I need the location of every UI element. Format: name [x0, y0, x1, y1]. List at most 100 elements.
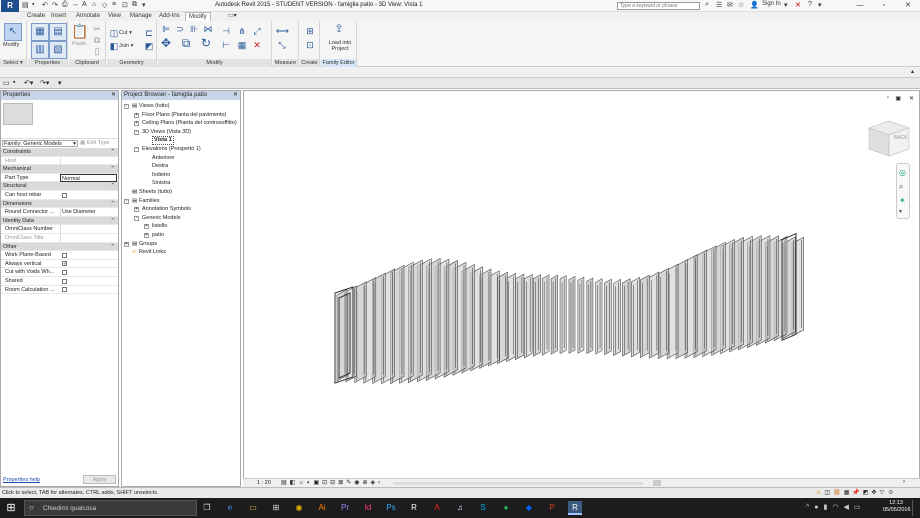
tb-save-icon[interactable]: ▪ — [13, 79, 15, 86]
network-icon[interactable]: ◠ — [832, 504, 843, 511]
taskbar-photoshop-icon[interactable]: Ps — [384, 501, 398, 515]
collapse-section-icon[interactable]: ⌃ — [110, 243, 115, 252]
collapse-section-icon[interactable]: ⌃ — [110, 148, 115, 157]
taskbar-revit-active-icon[interactable]: R — [568, 501, 582, 515]
scale-icon[interactable]: ⤢ — [251, 25, 263, 37]
taskbar-spotify-icon[interactable]: ● — [499, 501, 513, 515]
tb-more-icon[interactable]: ▾ — [58, 79, 62, 87]
tree-expander-icon[interactable]: + — [144, 233, 149, 238]
tree-expander-icon[interactable]: + — [124, 241, 129, 247]
close-hidden-icon[interactable]: ⊡ — [122, 1, 128, 9]
minimize-button[interactable]: — — [848, 0, 872, 12]
taskbar-store-icon[interactable]: ⊞ — [269, 501, 283, 515]
trim-icon[interactable]: ⊣ — [220, 25, 232, 37]
collapse-section-icon[interactable]: ⌃ — [110, 182, 115, 191]
tree-expander-icon[interactable]: - — [134, 147, 139, 152]
subscription-icon[interactable]: ☰ — [716, 1, 722, 9]
help-dropdown-icon[interactable]: ▾ — [818, 1, 822, 9]
taskbar-chrome-icon[interactable]: ◉ — [292, 501, 306, 515]
property-checkbox[interactable] — [62, 287, 67, 293]
measure-qat-icon[interactable]: ↔ — [72, 1, 79, 8]
3d-viewport[interactable]: ▫ ▣ ✕ BACK ◎ ⌕ ✦ ▾ — [243, 90, 920, 487]
paste-icon[interactable]: 📋 — [71, 24, 88, 38]
select-links-icon[interactable]: ⛓ — [833, 490, 844, 496]
cut-geometry-label[interactable]: Cut ▾ — [119, 30, 132, 36]
property-section[interactable]: Mechanical ⌃ — [1, 165, 118, 174]
taskbar-revit-icon[interactable]: R — [407, 501, 421, 515]
tree-expander-icon[interactable]: - — [124, 198, 129, 204]
favorites-icon[interactable]: ☆ — [738, 1, 744, 9]
property-value[interactable]: Normal — [60, 173, 117, 182]
select-pinned-icon[interactable]: 📌 — [852, 490, 862, 496]
property-section[interactable]: Identity Data ⌃ — [1, 216, 118, 226]
section-qat-icon[interactable]: ◇ — [102, 1, 107, 9]
keyboard-icon[interactable]: ▭ — [854, 504, 866, 511]
array-icon[interactable]: ▦ — [236, 39, 248, 51]
text-qat-icon[interactable]: A — [82, 1, 87, 8]
type-properties-icon[interactable]: ▥ — [31, 41, 49, 59]
property-section[interactable]: Constraints ⌃ — [1, 148, 118, 157]
family-types-icon[interactable]: ▦ — [31, 23, 49, 41]
search-input[interactable]: Type a keyword or phrase — [617, 2, 700, 10]
tree-expander-icon[interactable]: - — [134, 129, 139, 135]
tb-redo-icon[interactable]: ↷▾ — [40, 79, 49, 87]
align-icon[interactable]: ⊫ — [160, 23, 172, 35]
cortana-search-box[interactable]: ○ Chiedimi qualcosa — [24, 500, 197, 516]
tab-add-ins[interactable]: Add-Ins — [159, 12, 180, 21]
create-similar-icon[interactable]: ⊞ — [304, 25, 316, 37]
property-section[interactable]: Dimensions ⌃ — [1, 199, 118, 209]
split-face-icon[interactable]: ◩ — [143, 40, 155, 52]
tb-undo-icon[interactable]: ↶▾ — [24, 79, 33, 87]
modify-button-label[interactable]: Modify — [3, 42, 19, 48]
tree-expander-icon[interactable]: + — [134, 207, 139, 213]
tree-expander-icon[interactable]: - — [124, 104, 129, 109]
tab-insert[interactable]: Insert — [51, 12, 66, 21]
property-value[interactable] — [60, 225, 117, 234]
create-group-icon[interactable]: ⊡ — [304, 39, 316, 51]
modify-cursor-icon[interactable]: ↖ — [4, 23, 22, 41]
family-selector-dropdown[interactable]: Family: Generic Models ▾ — [2, 140, 78, 147]
taskbar-indesign-icon[interactable]: Id — [361, 501, 375, 515]
properties-close-icon[interactable]: ✕ — [111, 91, 116, 100]
tab-view[interactable]: View — [108, 12, 121, 21]
save-icon[interactable]: ▪ — [32, 1, 34, 8]
help-icon[interactable]: ? — [808, 1, 812, 8]
properties-help-link[interactable]: Properties help — [3, 477, 40, 483]
browser-close-icon[interactable]: ✕ — [233, 91, 238, 100]
paste-label[interactable]: Paste — [72, 41, 86, 47]
close-button[interactable]: ✕ — [896, 0, 920, 12]
windows-start-icon[interactable]: ⊞ — [4, 501, 18, 515]
tray-people-icon[interactable]: ● — [814, 504, 823, 511]
load-into-project-icon[interactable]: ⇪ — [333, 23, 345, 35]
property-checkbox[interactable] — [62, 252, 67, 258]
system-clock[interactable]: 12:13 05/05/2016 — [883, 500, 911, 514]
select-panel-label[interactable]: Select ▾ — [0, 59, 26, 67]
taskbar-illustrator-icon[interactable]: Ai — [315, 501, 329, 515]
taskbar-premiere-icon[interactable]: Pr — [338, 501, 352, 515]
design-options-icon[interactable]: ◫ — [824, 490, 833, 496]
view-scale[interactable]: 1 : 20 — [257, 480, 271, 486]
taskbar-task-view-icon[interactable]: ❐ — [200, 501, 214, 515]
family-category-icon[interactable]: ▤ — [49, 23, 67, 41]
scroll-thumb[interactable] — [653, 480, 661, 486]
edit-type-button[interactable]: ▦ Edit Type — [80, 140, 110, 146]
mirror-draw-icon[interactable]: ⋈ — [202, 23, 214, 35]
open-icon[interactable]: ▤ — [22, 1, 29, 9]
tree-expander-icon[interactable]: - — [134, 215, 139, 221]
application-menu-button[interactable]: R — [1, 0, 19, 12]
tree-expander-icon[interactable]: + — [144, 224, 149, 230]
3d-view-qat-icon[interactable]: ⌂ — [92, 1, 96, 8]
join-label[interactable]: Join ▾ — [119, 43, 133, 49]
delete-icon[interactable]: ✕ — [251, 39, 263, 51]
options-collapse-icon[interactable]: ▴ — [911, 68, 914, 75]
reveal-hidden-icon[interactable]: ◉ — [354, 480, 362, 486]
property-checkbox[interactable] — [62, 192, 67, 198]
sun-path-icon[interactable]: ☼ — [298, 480, 307, 486]
match-type-icon[interactable]: ▯ — [91, 45, 103, 57]
tree-expander-icon[interactable]: + — [134, 121, 139, 127]
analytical-icon[interactable]: ⊕ — [363, 480, 371, 486]
apply-button[interactable]: Apply — [83, 475, 116, 484]
rotate-icon[interactable]: ↻ — [200, 37, 212, 49]
taskbar-skype-icon[interactable]: S — [476, 501, 490, 515]
dimension-icon[interactable]: ⤡ — [276, 39, 288, 51]
